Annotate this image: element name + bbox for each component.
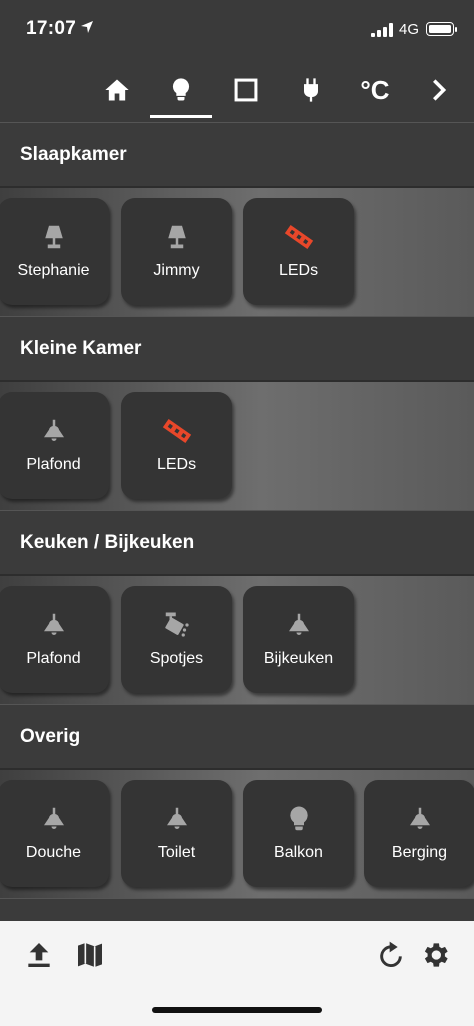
home-icon bbox=[105, 79, 129, 101]
status-bar: 17:07 4G bbox=[0, 0, 474, 60]
device-label: Spotjes bbox=[149, 650, 204, 667]
plug-icon bbox=[304, 78, 318, 102]
table-lamp-icon bbox=[167, 225, 186, 249]
tab-home[interactable] bbox=[86, 60, 148, 120]
device-tile-toilet[interactable]: Toilet bbox=[121, 780, 232, 887]
device-label: Berging bbox=[391, 844, 448, 861]
device-label: Stephanie bbox=[17, 262, 90, 279]
chevron-right-icon bbox=[433, 79, 447, 101]
device-label: LEDs bbox=[156, 456, 197, 473]
settings-button[interactable] bbox=[419, 939, 451, 971]
led-strip-icon bbox=[162, 419, 191, 443]
app-root: 17:07 4G °C Slaapkamer Stephanie Jimmy L… bbox=[0, 0, 474, 1026]
device-tile-leds[interactable]: LEDs bbox=[243, 198, 354, 305]
ceiling-lamp-icon bbox=[43, 419, 64, 441]
home-indicator bbox=[152, 1007, 322, 1013]
lightbulb-icon bbox=[172, 78, 190, 101]
table-lamp-icon bbox=[44, 225, 63, 249]
upload-button[interactable] bbox=[23, 939, 55, 971]
device-tile-balkon[interactable]: Balkon bbox=[243, 780, 354, 887]
ceiling-lamp-icon bbox=[43, 807, 64, 829]
rooms-list: Slaapkamer Stephanie Jimmy LEDs Kleine K… bbox=[0, 122, 474, 964]
device-tile-spotjes[interactable]: Spotjes bbox=[121, 586, 232, 693]
ceiling-lamp-icon bbox=[166, 807, 187, 829]
room-header-keuken: Keuken / Bijkeuken bbox=[0, 510, 474, 576]
refresh-icon bbox=[380, 941, 402, 968]
room-header-slaapkamer: Slaapkamer bbox=[0, 122, 474, 188]
device-row: Plafond Spotjes Bijkeuken bbox=[0, 576, 474, 704]
category-tab-bar: °C bbox=[0, 60, 474, 123]
square-icon bbox=[234, 78, 258, 102]
lightbulb-icon bbox=[289, 806, 308, 831]
device-tile-jimmy[interactable]: Jimmy bbox=[121, 198, 232, 305]
device-label: Balkon bbox=[274, 844, 323, 861]
refresh-button[interactable] bbox=[375, 939, 407, 971]
device-row: Plafond LEDs bbox=[0, 382, 474, 510]
room-header-kleine-kamer: Kleine Kamer bbox=[0, 316, 474, 382]
ceiling-lamp-icon bbox=[409, 807, 430, 829]
led-strip-icon bbox=[284, 225, 313, 249]
ceiling-lamp-icon bbox=[43, 613, 64, 635]
device-tile-berging[interactable]: Berging bbox=[364, 780, 474, 887]
upload-icon bbox=[28, 943, 50, 967]
device-label: Plafond bbox=[26, 650, 81, 667]
status-time: 17:07 bbox=[26, 18, 77, 39]
tab-screens[interactable] bbox=[215, 60, 277, 120]
battery-icon bbox=[426, 22, 457, 36]
tab-more[interactable] bbox=[408, 60, 470, 120]
device-tile-douche[interactable]: Douche bbox=[0, 780, 109, 887]
device-tile-plafond[interactable]: Plafond bbox=[0, 586, 109, 693]
device-row: Stephanie Jimmy LEDs bbox=[0, 188, 474, 316]
network-type: 4G bbox=[399, 21, 420, 38]
device-label: Douche bbox=[25, 844, 82, 861]
tab-temperature[interactable]: °C bbox=[344, 60, 406, 120]
device-tile-stephanie[interactable]: Stephanie bbox=[0, 198, 109, 305]
gear-icon bbox=[424, 943, 448, 967]
spotlight-icon bbox=[164, 612, 189, 637]
device-label: LEDs bbox=[278, 262, 319, 279]
device-row: Douche Toilet Balkon Berging bbox=[0, 770, 474, 898]
device-label: Jimmy bbox=[153, 262, 200, 279]
map-button[interactable] bbox=[74, 939, 106, 971]
device-tile-bijkeuken[interactable]: Bijkeuken bbox=[243, 586, 354, 693]
ceiling-lamp-icon bbox=[288, 613, 309, 635]
map-icon bbox=[78, 943, 102, 967]
device-label: Toilet bbox=[157, 844, 196, 861]
cellular-signal-icon bbox=[371, 23, 393, 37]
device-label: Plafond bbox=[26, 456, 81, 473]
device-tile-plafond[interactable]: Plafond bbox=[0, 392, 109, 499]
celsius-icon: °C bbox=[360, 74, 390, 105]
tab-lights[interactable] bbox=[150, 60, 212, 120]
room-header-overig: Overig bbox=[0, 704, 474, 770]
tab-plugs[interactable] bbox=[280, 60, 342, 120]
device-label: Bijkeuken bbox=[263, 650, 334, 667]
device-tile-leds[interactable]: LEDs bbox=[121, 392, 232, 499]
bottom-toolbar bbox=[0, 921, 474, 1026]
location-arrow-icon bbox=[81, 21, 93, 33]
